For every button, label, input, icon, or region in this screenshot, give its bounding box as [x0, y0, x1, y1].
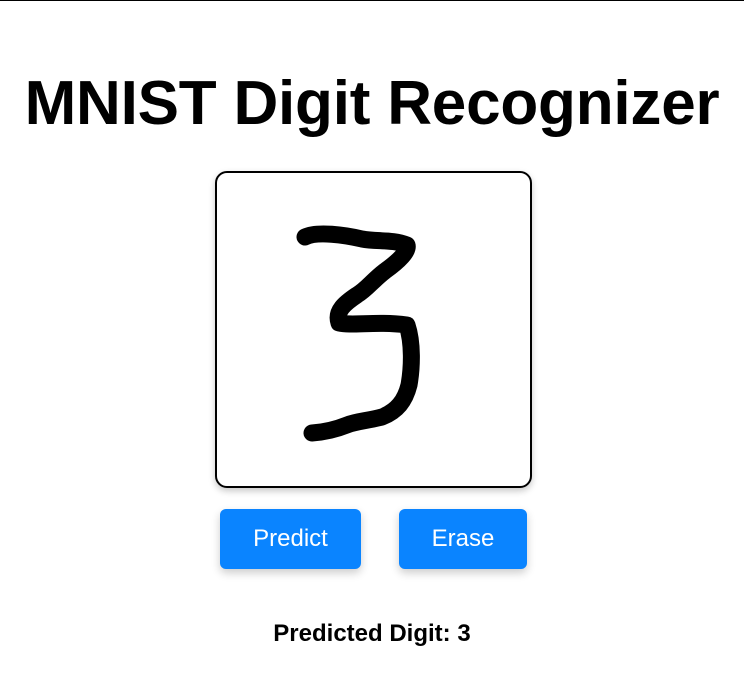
- predict-button[interactable]: Predict: [220, 509, 361, 569]
- prediction-value: 3: [457, 620, 471, 647]
- drawing-canvas[interactable]: [215, 171, 532, 488]
- top-divider: [0, 0, 744, 1]
- page-title: MNIST Digit Recognizer: [24, 69, 720, 138]
- erase-button[interactable]: Erase: [399, 509, 527, 569]
- drawn-digit-stroke: [296, 225, 420, 442]
- prediction-result: Predicted Digit: 3: [0, 618, 744, 650]
- prediction-label: Predicted Digit:: [273, 620, 458, 647]
